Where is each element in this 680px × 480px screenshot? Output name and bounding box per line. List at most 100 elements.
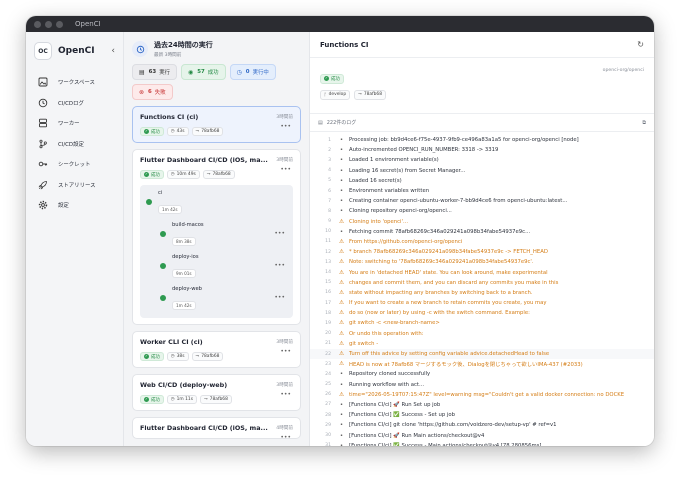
check-icon: ✓ [144, 354, 149, 359]
warning-icon: ⚠ [338, 238, 344, 245]
job-item[interactable]: deploy-web 1m 42s ••• [160, 286, 287, 311]
warning-icon: ⚠ [338, 259, 344, 266]
sidebar-item-label: シークレット [58, 162, 91, 168]
more-options-icon[interactable]: ••• [274, 230, 285, 237]
bullet-icon: • [339, 422, 344, 429]
run-title: Flutter Dashboard CI/CD (iOS, ma... [140, 156, 268, 164]
line-number: 21 [325, 341, 331, 347]
sidebar-item-label: CI/CDログ [58, 100, 84, 107]
status-badge: ✓ 成功 [140, 170, 164, 179]
more-options-icon[interactable]: ••• [280, 123, 291, 130]
sidebar-item-workers[interactable]: ワーカー [34, 113, 115, 133]
stat-value: 57 [197, 69, 205, 75]
log-line: 21 ⚠ git switch - [310, 339, 654, 349]
status-badge: ✓ 成功 [140, 395, 164, 404]
check-icon [160, 263, 166, 269]
log-line: 25 • Running workflow with act... [310, 380, 654, 390]
log-text: do so (now or later) by using -c with th… [349, 310, 530, 317]
warning-icon: ⚠ [338, 269, 344, 276]
close-window-button[interactable] [34, 20, 41, 28]
line-number: 22 [325, 351, 331, 357]
log-line: 29 • [Functions CI/ci] git clone 'https://… [310, 420, 654, 430]
log-line: 10 • Fetching commit 78afb68269c346a029241… [310, 227, 654, 237]
sidebar-item-settings[interactable]: 設定 [34, 195, 115, 215]
line-number: 14 [325, 270, 331, 276]
log-text: Auto-incremented OPENCI_RUN_NUMBER: 3318… [349, 147, 499, 154]
more-options-icon[interactable]: ••• [280, 166, 291, 173]
sidebar-item-cicd-settings[interactable]: CI/CD設定 [34, 134, 115, 154]
run-card[interactable]: Worker CLI CI (ci) 3時間前 ••• ✓ 成功 ◷ 38s ⊸ 78… [132, 331, 301, 368]
run-title: Flutter Dashboard CI/CD (iOS, ma... [140, 424, 268, 432]
commit-label: 78afb68 [209, 397, 228, 402]
sidebar-item-workspace[interactable]: ワークスペース [34, 72, 115, 92]
run-list-header: 過去24時間の実行 最新 3時間前 [132, 40, 301, 58]
bullet-icon: • [339, 167, 344, 174]
stat-running[interactable]: ◷ 0 実行中 [229, 64, 276, 80]
line-number: 11 [325, 239, 331, 245]
log-text: Loaded 1 environment variable(s) [349, 157, 439, 164]
line-number: 28 [325, 412, 331, 418]
bullet-icon: • [339, 157, 344, 164]
run-title: Functions CI (ci) [140, 113, 199, 121]
more-options-icon[interactable]: ••• [274, 262, 285, 269]
status-label: 成功 [151, 354, 160, 360]
log-panel: Functions CI ↻ ✓ 成功 openci-org/openci ᚴ de… [310, 32, 654, 446]
run-card[interactable]: Functions CI (ci) 3時間前 ••• ✓ 成功 ◷ 43s ⊸ 78a… [132, 106, 301, 143]
sidebar-item-secrets[interactable]: シークレット [34, 154, 115, 174]
commit-badge: ⊸ 78afb68 [191, 127, 224, 136]
job-item[interactable]: build-macos 8m 38s ••• [160, 222, 287, 247]
check-icon: ✓ [324, 76, 329, 81]
zoom-window-button[interactable] [56, 20, 63, 28]
collapse-sidebar-icon[interactable]: ‹ [111, 46, 115, 56]
run-card[interactable]: Flutter Dashboard CI/CD (iOS, ma... 3時間前… [132, 149, 301, 325]
more-options-icon[interactable]: ••• [280, 348, 291, 355]
job-item[interactable]: ci 1m 42s [146, 190, 287, 215]
more-options-icon[interactable]: ••• [274, 294, 285, 301]
status-badge: ✓ 成功 [140, 127, 164, 136]
log-text: If you want to create a new branch to re… [349, 300, 547, 307]
stat-success[interactable]: ◉ 57 成功 [180, 64, 226, 80]
log-line: 6 • Environment variables written [310, 186, 654, 196]
line-number: 23 [325, 361, 331, 367]
line-number: 1 [328, 137, 331, 143]
run-card[interactable]: Web CI/CD (deploy-web) 3時間前 ••• ✓ 成功 ◷ 1m … [132, 374, 301, 411]
log-text: state without impacting any branches by … [349, 289, 533, 296]
repo-name[interactable]: openci-org/openci [603, 68, 644, 73]
line-number: 29 [325, 422, 331, 428]
line-number: 2 [328, 147, 331, 153]
commit-icon: ⊸ [203, 397, 208, 402]
key-icon [38, 159, 48, 169]
run-card[interactable]: Flutter Dashboard CI/CD (iOS, ma... 4時間前… [132, 417, 301, 441]
log-line: 18 ⚠ do so (now or later) by using -c with… [310, 308, 654, 318]
sidebar-item-store-release[interactable]: ストアリリース [34, 175, 115, 195]
stat-value: 0 [245, 69, 250, 75]
job-item[interactable]: deploy-ios 9m 01s ••• [160, 254, 287, 279]
more-options-icon[interactable]: ••• [280, 391, 291, 398]
sidebar-item-label: 設定 [58, 203, 69, 209]
stat-value: 63 [148, 69, 157, 75]
job-name: deploy-web [172, 286, 202, 292]
status-badge: ✓ 成功 [140, 352, 164, 361]
line-number: 7 [328, 198, 331, 204]
stat-failed[interactable]: ⊗ 6 失敗 [132, 84, 173, 100]
line-number: 5 [328, 178, 331, 184]
stat-total[interactable]: ▤ 63 実行 [132, 64, 177, 80]
log-text: Repository cloned successfully [349, 371, 431, 378]
log-text: Note: switching to '78afb68269c346a02924… [349, 259, 534, 266]
check-icon: ✓ [144, 172, 149, 177]
log-line: 16 ⚠ state without impacting any branches … [310, 288, 654, 298]
more-options-icon[interactable]: ••• [280, 434, 291, 441]
line-number: 24 [325, 371, 331, 377]
sidebar-item-cicd-logs[interactable]: CI/CDログ [34, 93, 115, 113]
log-text: git switch - [349, 340, 379, 347]
copy-icon[interactable]: ⧉ [642, 120, 646, 126]
warning-icon: ⚠ [338, 361, 344, 368]
run-time: 3時間前 [276, 115, 293, 120]
error-circle-icon: ⊗ [139, 88, 145, 96]
line-number: 17 [325, 300, 331, 306]
refresh-icon[interactable]: ↻ [637, 40, 644, 49]
commit-badge: ⊸ 78afb68 [199, 395, 232, 404]
log-text: Loading 16 secret(s) from Secret Manager… [349, 167, 466, 174]
minimize-window-button[interactable] [45, 20, 52, 28]
log-text: [Functions CI/ci] ✅ Success - Main actio… [349, 442, 542, 446]
